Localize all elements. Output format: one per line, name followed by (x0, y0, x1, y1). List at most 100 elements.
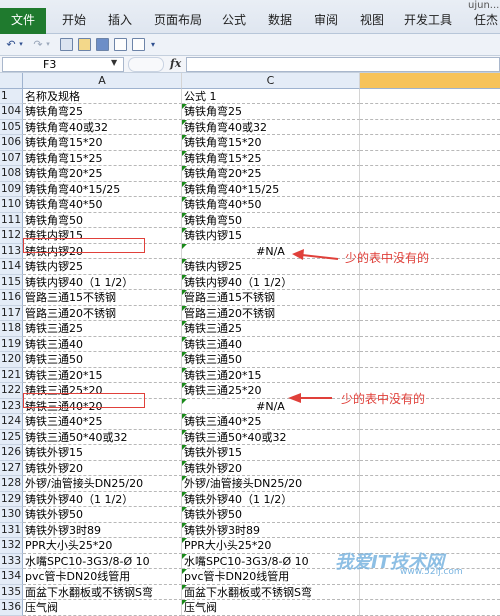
tab-home[interactable]: 开始 (62, 10, 86, 30)
cell-name-spec[interactable]: 铸铁三通50 (23, 352, 182, 368)
cell-name-spec[interactable]: 铸铁三通40*25 (23, 414, 182, 430)
cell-formula[interactable]: 铸铁内锣15 (182, 228, 360, 244)
formula-input[interactable] (186, 57, 500, 72)
cell-empty[interactable] (360, 414, 500, 430)
cell-formula[interactable]: 铸铁外锣3时89 (182, 522, 360, 538)
row-header[interactable]: 112 (0, 228, 23, 244)
redo-dropdown-icon[interactable]: ▾ (44, 37, 52, 52)
cell-name-spec[interactable]: 名称及规格 (23, 88, 182, 104)
fx-icon[interactable]: fx (170, 57, 181, 70)
cell-name-spec[interactable]: 铸铁外锣3时89 (23, 522, 182, 538)
tab-review[interactable]: 审阅 (314, 10, 338, 30)
cell-name-spec[interactable]: 铸铁角弯15*25 (23, 150, 182, 166)
select-all-corner[interactable] (0, 73, 23, 89)
cell-name-spec[interactable]: 铸铁角弯40*15/25 (23, 181, 182, 197)
cell-empty[interactable] (360, 182, 500, 197)
row-header[interactable]: 118 (0, 321, 23, 337)
row-header[interactable]: 126 (0, 445, 23, 461)
row-header[interactable]: 106 (0, 135, 23, 151)
row-header[interactable]: 111 (0, 212, 23, 228)
customize-toolbar-icon[interactable]: ▾ (148, 37, 158, 52)
cell-empty[interactable] (360, 337, 500, 352)
cell-formula[interactable]: 水嘴SPC10-3G3/8-Ø 10 (182, 553, 360, 569)
cell-formula[interactable]: 铸铁外锣40（1 1/2） (182, 491, 360, 507)
row-header[interactable]: 136 (0, 600, 23, 616)
cell-formula[interactable]: 铸铁角弯15*25 (182, 150, 360, 166)
tab-developer[interactable]: 开发工具 (404, 10, 452, 30)
cell-empty[interactable] (360, 197, 500, 213)
cell-empty[interactable] (360, 306, 500, 321)
cell-empty[interactable] (360, 166, 500, 182)
cell-formula[interactable]: 铸铁角弯50 (182, 212, 360, 228)
cell-name-spec[interactable]: 铸铁角弯20*25 (23, 166, 182, 182)
cell-name-spec[interactable]: 铸铁角弯40*50 (23, 197, 182, 213)
row-header[interactable]: 134 (0, 569, 23, 585)
cell-name-spec[interactable]: 铸铁内锣15 (23, 228, 182, 244)
cell-empty[interactable] (360, 476, 500, 492)
row-header[interactable]: 116 (0, 290, 23, 306)
column-header-a[interactable]: A (23, 73, 182, 89)
cell-formula[interactable]: 铸铁三通50 (182, 352, 360, 368)
row-header[interactable]: 122 (0, 383, 23, 399)
cell-empty[interactable] (360, 89, 500, 104)
row-header[interactable]: 109 (0, 181, 23, 197)
cell-empty[interactable] (360, 523, 500, 538)
cell-formula[interactable]: 铸铁外锣20 (182, 460, 360, 476)
cell-empty[interactable] (360, 135, 500, 151)
undo-dropdown-icon[interactable]: ▾ (17, 37, 25, 52)
cell-name-spec[interactable]: 铸铁内锣25 (23, 259, 182, 275)
name-box[interactable]: F3 (2, 57, 124, 72)
row-header[interactable]: 114 (0, 259, 23, 275)
row-header[interactable]: 108 (0, 166, 23, 182)
cell-name-spec[interactable]: 铸铁三通20*15 (23, 367, 182, 383)
row-header[interactable]: 132 (0, 538, 23, 554)
cell-name-spec[interactable]: 管路三通15不锈钢 (23, 290, 182, 306)
cell-name-spec[interactable]: 铸铁三通50*40或32 (23, 429, 182, 445)
row-header[interactable]: 105 (0, 119, 23, 135)
tab-data[interactable]: 数据 (268, 10, 292, 30)
row-header[interactable]: 113 (0, 243, 23, 259)
row-header[interactable]: 133 (0, 553, 23, 569)
cell-empty[interactable] (360, 321, 500, 337)
cell-empty[interactable] (360, 151, 500, 166)
cell-empty[interactable] (360, 352, 500, 368)
row-header[interactable]: 1 (0, 88, 23, 104)
cell-formula[interactable]: 铸铁内锣40（1 1/2） (182, 274, 360, 290)
row-header[interactable]: 128 (0, 476, 23, 492)
row-header[interactable]: 130 (0, 507, 23, 523)
cell-formula[interactable]: 铸铁角弯40*15/25 (182, 181, 360, 197)
cell-formula[interactable]: PPR大小头25*20 (182, 538, 360, 554)
row-header[interactable]: 110 (0, 197, 23, 213)
row-header[interactable]: 125 (0, 429, 23, 445)
print-preview-icon[interactable] (132, 38, 145, 51)
row-header[interactable]: 123 (0, 398, 23, 414)
cell-name-spec[interactable]: 压气阀 (23, 600, 182, 616)
tab-insert[interactable]: 插入 (108, 10, 132, 30)
cell-empty[interactable] (360, 430, 500, 445)
cell-formula[interactable]: 铸铁外锣50 (182, 507, 360, 523)
cell-formula[interactable]: 铸铁三通50*40或32 (182, 429, 360, 445)
cell-empty[interactable] (360, 445, 500, 461)
cell-formula[interactable]: 铸铁角弯25 (182, 104, 360, 120)
cell-formula[interactable]: 压气阀 (182, 600, 360, 616)
cell-empty[interactable] (360, 461, 500, 476)
tab-page-layout[interactable]: 页面布局 (154, 10, 202, 30)
cell-name-spec[interactable]: 铸铁外锣20 (23, 460, 182, 476)
cell-name-spec[interactable]: 铸铁角弯15*20 (23, 135, 182, 151)
cell-formula[interactable]: 铸铁角弯15*20 (182, 135, 360, 151)
cell-formula[interactable]: 铸铁三通40*25 (182, 414, 360, 430)
cell-empty[interactable] (360, 585, 500, 600)
cell-name-spec[interactable]: 铸铁三通25 (23, 321, 182, 337)
cell-empty[interactable] (360, 228, 500, 244)
column-header-selected[interactable] (360, 73, 500, 89)
row-header[interactable]: 117 (0, 305, 23, 321)
cell-formula[interactable]: 面盆下水翻板或不锈钢S弯 (182, 584, 360, 600)
row-header[interactable]: 120 (0, 352, 23, 368)
formula-bar-toggle[interactable] (128, 57, 164, 72)
cell-empty[interactable] (360, 213, 500, 228)
redo-icon[interactable]: ↷ (31, 37, 45, 52)
cell-name-spec[interactable]: 面盆下水翻板或不锈钢S弯 (23, 584, 182, 600)
tab-view[interactable]: 视图 (360, 10, 384, 30)
cell-name-spec[interactable]: 铸铁角弯50 (23, 212, 182, 228)
cell-name-spec[interactable]: 铸铁三通40*20 (23, 398, 182, 414)
